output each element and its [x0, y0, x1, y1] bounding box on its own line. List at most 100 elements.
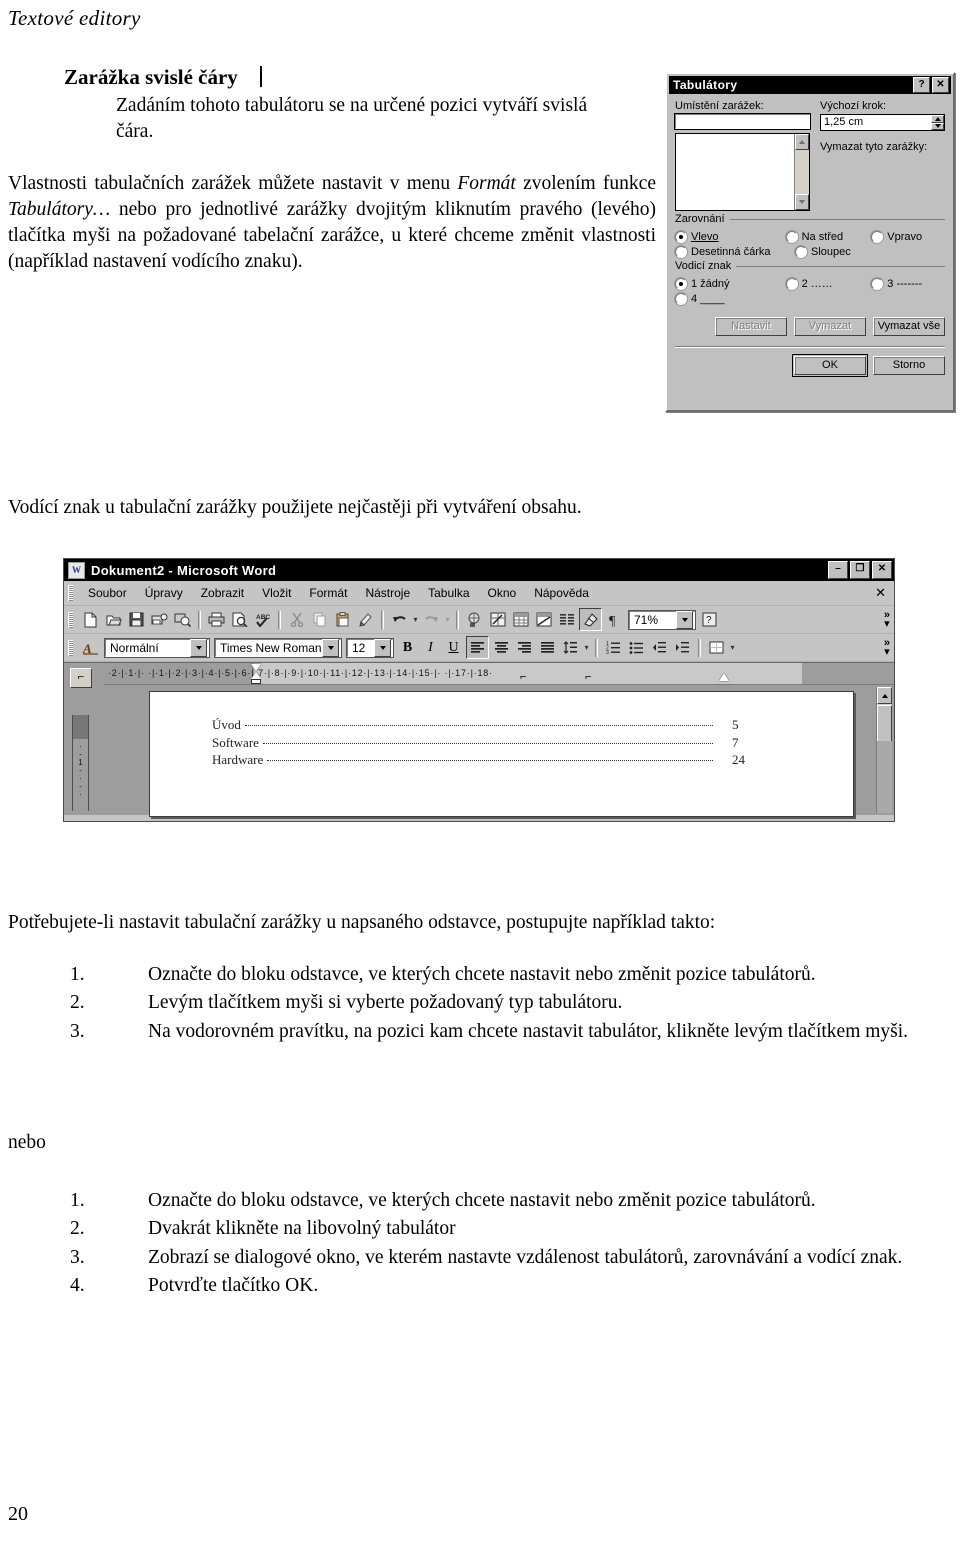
radio-button-icon[interactable]	[871, 278, 884, 290]
clear-button[interactable]: Vymazat	[794, 317, 866, 336]
close-icon[interactable]: ✕	[872, 561, 892, 579]
word-document-area[interactable]: ⌐ · -1- · - · ·2·|·1·|· ·|·1·|·2·|·3·|·4·|·5…	[64, 662, 894, 817]
menu-item-napoveda[interactable]: Nápověda	[525, 586, 598, 600]
menu-item-zobrazit[interactable]: Zobrazit	[192, 586, 253, 600]
vertical-ruler[interactable]: · -1- · - ·	[72, 715, 89, 811]
align-left-icon[interactable]	[466, 636, 489, 659]
insert-excel-sheet-icon[interactable]	[533, 609, 554, 630]
menu-item-soubor[interactable]: Soubor	[79, 586, 136, 600]
menubar-grip-handle[interactable]	[68, 585, 73, 601]
font-value[interactable]: Times New Roman	[216, 641, 322, 655]
save-disk-icon[interactable]	[126, 609, 147, 630]
left-indent-icon[interactable]	[251, 679, 261, 684]
tab-position-listbox[interactable]	[675, 133, 810, 211]
style-combo[interactable]: Normální	[104, 637, 210, 658]
new-document-icon[interactable]	[80, 609, 101, 630]
bulleted-list-icon[interactable]	[626, 637, 647, 658]
chevron-down-icon[interactable]	[322, 638, 339, 657]
undo-dropdown-icon[interactable]: ▾	[411, 615, 420, 624]
toolbar-overflow-icon[interactable]: » ▾	[884, 637, 890, 657]
undo-arrow-icon[interactable]	[389, 609, 410, 630]
chevron-down-icon[interactable]	[190, 638, 207, 657]
radio-button-icon[interactable]	[871, 231, 884, 243]
columns-icon[interactable]	[556, 609, 577, 630]
default-step-spinner[interactable]: 1,25 cm	[820, 114, 945, 131]
bold-button[interactable]: B	[397, 637, 418, 658]
borders-dropdown-icon[interactable]: ▾	[728, 643, 737, 652]
radio-button-icon[interactable]	[675, 293, 687, 305]
help-button[interactable]: ?	[913, 77, 930, 93]
underline-button[interactable]: U	[443, 637, 464, 658]
line-spacing-dropdown-icon[interactable]: ▾	[582, 643, 591, 652]
zoom-value[interactable]: 71%	[630, 613, 676, 627]
document-page[interactable]: Úvod 5 Software 7 Hardware 24	[149, 691, 854, 817]
format-painter-icon[interactable]	[355, 609, 376, 630]
radio-button-icon[interactable]	[675, 246, 687, 258]
style-icon[interactable]: A	[80, 637, 101, 658]
radio-vpravo[interactable]: Vpravo	[871, 231, 945, 243]
spelling-check-icon[interactable]: ABC	[252, 609, 273, 630]
align-center-icon[interactable]	[491, 637, 512, 658]
menu-item-upravy[interactable]: Úpravy	[136, 586, 192, 600]
line-spacing-icon[interactable]	[560, 637, 581, 658]
radio-leader-1[interactable]: 1 žádný	[675, 278, 786, 290]
menu-item-tabulka[interactable]: Tabulka	[419, 586, 478, 600]
align-right-icon[interactable]	[514, 637, 535, 658]
spinner-up-icon[interactable]	[931, 115, 944, 123]
radio-button-icon[interactable]	[785, 231, 798, 243]
tables-and-borders-icon[interactable]	[487, 609, 508, 630]
menu-item-vlozit[interactable]: Vložit	[253, 586, 300, 600]
paste-clipboard-icon[interactable]	[332, 609, 353, 630]
hanging-indent-icon[interactable]	[251, 672, 261, 679]
tab-position-list-area[interactable]	[676, 134, 794, 210]
help-question-icon[interactable]: ?	[699, 609, 720, 630]
radio-leader-2[interactable]: 2 ……	[785, 278, 872, 290]
radio-sloupec[interactable]: Sloupec	[795, 246, 888, 258]
radio-leader-4[interactable]: 4 ____	[675, 293, 795, 305]
decrease-indent-icon[interactable]	[649, 637, 670, 658]
increase-indent-icon[interactable]	[672, 637, 693, 658]
drawing-icon[interactable]	[579, 608, 602, 631]
word-standard-toolbar[interactable]: ABC ▾ ▾ ¶ 71% ? » ▾	[64, 606, 894, 634]
cut-scissors-icon[interactable]	[286, 609, 307, 630]
radio-button-icon[interactable]	[785, 278, 798, 290]
show-formatting-marks-icon[interactable]: ¶	[604, 609, 625, 630]
ok-button[interactable]: OK	[792, 354, 868, 377]
left-tab-stop-icon[interactable]: ⌐	[70, 668, 92, 688]
justify-icon[interactable]	[537, 637, 558, 658]
radio-na-stred[interactable]: Na střed	[785, 231, 872, 243]
print-preview-search-icon[interactable]	[172, 609, 193, 630]
right-tab-stop-icon[interactable]: ⌐	[520, 672, 527, 683]
print-icon[interactable]	[206, 609, 227, 630]
print-preview-icon[interactable]	[229, 609, 250, 630]
close-document-icon[interactable]: ✕	[875, 585, 886, 601]
set-button[interactable]: Nastavit	[715, 317, 787, 336]
radio-leader-3[interactable]: 3 -------	[871, 278, 945, 290]
redo-dropdown-icon[interactable]: ▾	[443, 615, 452, 624]
numbered-list-icon[interactable]: 123	[603, 637, 624, 658]
chevron-down-icon[interactable]	[676, 610, 693, 629]
first-line-indent-icon[interactable]	[251, 664, 261, 671]
default-step-value[interactable]: 1,25 cm	[821, 115, 931, 130]
toolbar-grip-handle[interactable]	[68, 611, 73, 628]
radio-vlevo[interactable]: Vlevo	[675, 231, 786, 243]
open-folder-icon[interactable]	[103, 609, 124, 630]
radio-button-icon[interactable]	[675, 231, 687, 243]
insert-table-icon[interactable]	[510, 609, 531, 630]
listbox-scrollbar[interactable]	[794, 134, 809, 210]
radio-button-icon[interactable]	[795, 246, 807, 258]
scroll-up-icon[interactable]	[877, 687, 892, 704]
italic-button[interactable]: I	[420, 637, 441, 658]
font-combo[interactable]: Times New Roman	[214, 637, 342, 658]
zoom-combo[interactable]: 71%	[628, 609, 696, 630]
horizontal-ruler[interactable]: ·2·|·1·|· ·|·1·|·2·|·3·|·4·|·5·|·6·|·7·|…	[104, 663, 894, 685]
insert-hyperlink-icon[interactable]	[464, 609, 485, 630]
borders-icon[interactable]	[706, 637, 727, 658]
word-menu-bar[interactable]: Soubor Úpravy Zobrazit Vložit Formát Nás…	[64, 581, 894, 606]
scroll-track[interactable]	[795, 150, 809, 194]
cancel-button[interactable]: Storno	[873, 356, 945, 375]
style-value[interactable]: Normální	[106, 641, 190, 655]
toolbar-grip-handle[interactable]	[68, 639, 73, 656]
restore-button[interactable]: ❐	[850, 561, 870, 579]
right-indent-icon[interactable]	[719, 673, 729, 681]
